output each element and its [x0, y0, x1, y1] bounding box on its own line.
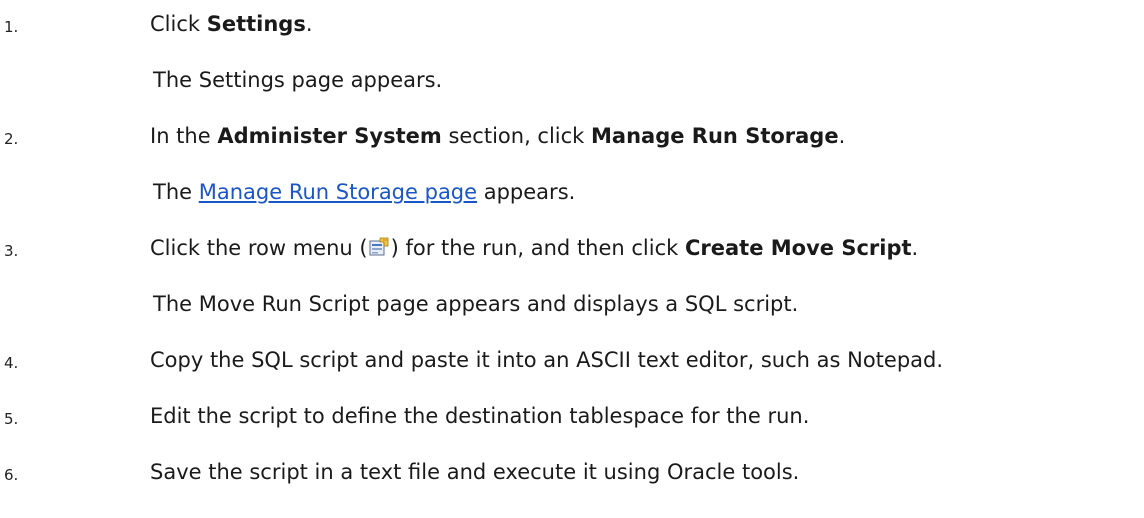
step-result: The Manage Run Storage page appears.: [153, 180, 576, 204]
administer-system-term: Administer System: [217, 124, 442, 148]
step-number: 4.: [4, 354, 19, 372]
step-number: 6.: [4, 466, 19, 484]
step-result: The Move Run Script page appears and dis…: [153, 292, 799, 316]
step-instruction: Click Settings.: [150, 12, 313, 36]
settings-term: Settings: [206, 12, 306, 36]
row-menu-icon: [369, 237, 390, 258]
step-number: 2.: [4, 130, 19, 148]
create-move-script-term: Create Move Script: [684, 236, 912, 260]
step-instruction: Click the row menu ( ) for the run, and …: [150, 236, 919, 260]
step-number: 1.: [4, 18, 19, 36]
step-instruction: Edit the script to define the destinatio…: [150, 404, 810, 428]
step-instruction: Copy the SQL script and paste it into an…: [150, 348, 944, 372]
step-instruction: Save the script in a text file and execu…: [150, 460, 800, 484]
manage-run-storage-page-link[interactable]: Manage Run Storage page: [199, 180, 477, 204]
step-number: 3.: [4, 242, 19, 260]
step-result: The Settings page appears.: [153, 68, 443, 92]
manage-run-storage-term: Manage Run Storage: [591, 124, 839, 148]
step-instruction: In the Administer System section, click …: [150, 124, 846, 148]
step-number: 5.: [4, 410, 19, 428]
